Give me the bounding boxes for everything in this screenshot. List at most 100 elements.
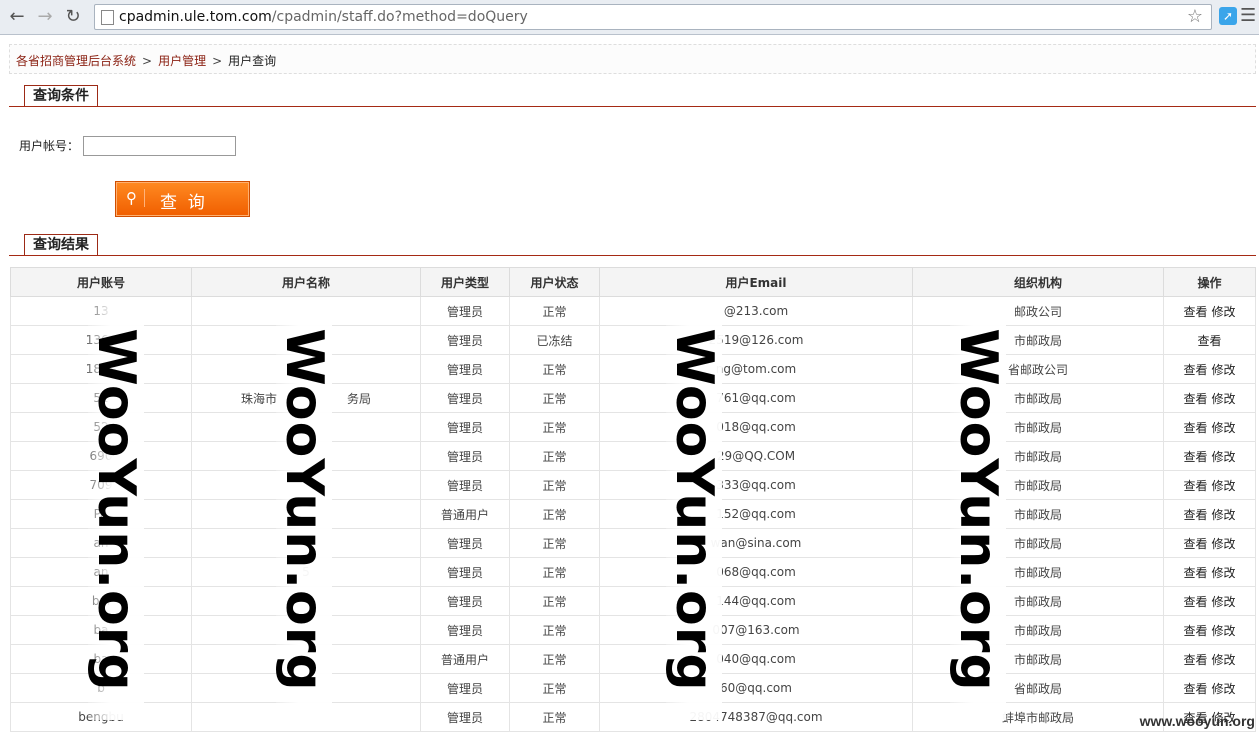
edit-link[interactable]: 修改 [1212, 624, 1236, 638]
view-link[interactable]: 查看 [1197, 334, 1221, 348]
cell-type: 管理员 [420, 528, 510, 558]
table-row: 1860管理员正常ng@tom.com省邮政公司查看修改 [10, 354, 1256, 384]
cell-status: 正常 [509, 557, 600, 587]
edit-link[interactable]: 修改 [1212, 450, 1236, 464]
column-header-status[interactable]: 用户状态 [509, 267, 600, 297]
edit-link[interactable]: 修改 [1212, 537, 1236, 551]
edit-link[interactable]: 修改 [1212, 508, 1236, 522]
breadcrumb: 各省招商管理后台系统 > 用户管理 > 用户查询 [9, 44, 1256, 74]
cell-status: 已冻结 [509, 325, 600, 355]
cell-actions: 查看 修改 [1163, 354, 1256, 384]
cell-email: wan@sina.com [599, 528, 913, 558]
cell-status: 正常 [509, 354, 600, 384]
extension-icon[interactable]: ➚ [1219, 7, 1237, 25]
watermark-text: WooYun.org [86, 328, 146, 692]
view-link[interactable]: 查看 [1183, 421, 1207, 435]
table-header-row: 用户账号 用户名称 用户类型 用户状态 用户Email 组织机构 操作 [10, 267, 1256, 297]
cell-email: ng@tom.com [599, 354, 913, 384]
cell-actions: 查看 修改 [1163, 586, 1256, 616]
watermark-text: WooYun.org [274, 328, 334, 692]
table-row: ba管理员正常007@163.com市邮政局查看修改 [10, 615, 1256, 645]
cell-status: 正常 [509, 528, 600, 558]
view-link[interactable]: 查看 [1183, 537, 1207, 551]
edit-link[interactable]: 修改 [1212, 682, 1236, 696]
cell-status: 正常 [509, 673, 600, 703]
address-bar[interactable]: cpadmin.ule.tom.com/cpadmin/staff.do?met… [94, 4, 1212, 30]
view-link[interactable]: 查看 [1183, 363, 1207, 377]
cell-actions: 查看 修改 [1163, 644, 1256, 674]
cell-name-tail: 务局 [347, 391, 372, 406]
cell-status: 正常 [509, 296, 600, 326]
reload-icon[interactable]: ↻ [62, 6, 84, 28]
cell-actions: 查看 修改 [1163, 383, 1256, 413]
column-header-email[interactable]: 用户Email [599, 267, 913, 297]
back-arrow-icon[interactable]: ← [6, 6, 28, 28]
cell-actions: 查看 修改 [1163, 615, 1256, 645]
column-header-org[interactable]: 组织机构 [912, 267, 1164, 297]
cell-type: 管理员 [420, 412, 510, 442]
view-link[interactable]: 查看 [1183, 595, 1207, 609]
column-header-account[interactable]: 用户账号 [10, 267, 192, 297]
cell-email: 2519@126.com [599, 325, 913, 355]
view-link[interactable]: 查看 [1183, 479, 1207, 493]
watermark: WooYun.org [664, 300, 724, 720]
cell-actions: 查看 修改 [1163, 441, 1256, 471]
breadcrumb-separator: > [212, 54, 223, 68]
view-link[interactable]: 查看 [1183, 624, 1207, 638]
section-divider [9, 255, 1256, 256]
edit-link[interactable]: 修改 [1212, 305, 1236, 319]
column-header-type[interactable]: 用户类型 [420, 267, 510, 297]
edit-link[interactable]: 修改 [1212, 421, 1236, 435]
cell-status: 正常 [509, 412, 600, 442]
view-link[interactable]: 查看 [1183, 450, 1207, 464]
cell-email: @213.com [599, 296, 913, 326]
wrench-menu-icon[interactable]: ☰ [1240, 6, 1256, 26]
cell-type: 管理员 [420, 441, 510, 471]
cell-type: 普通用户 [420, 499, 510, 529]
edit-link[interactable]: 修改 [1212, 566, 1236, 580]
view-link[interactable]: 查看 [1183, 682, 1207, 696]
search-button[interactable]: ⚲ 查 询 [115, 181, 250, 217]
view-link[interactable]: 查看 [1183, 508, 1207, 522]
breadcrumb-current: 用户查询 [228, 54, 277, 68]
star-icon[interactable]: ☆ [1187, 6, 1203, 27]
cell-status: 正常 [509, 470, 600, 500]
cell-type: 普通用户 [420, 644, 510, 674]
cell-email: 040@qq.com [599, 644, 913, 674]
cell-type: 管理员 [420, 673, 510, 703]
view-link[interactable]: 查看 [1183, 392, 1207, 406]
cell-actions: 查看 [1163, 325, 1256, 355]
edit-link[interactable]: 修改 [1212, 595, 1236, 609]
cell-actions: 查看 修改 [1163, 412, 1256, 442]
view-link[interactable]: 查看 [1183, 653, 1207, 667]
watermark: WooYun.org [274, 300, 334, 720]
cell-email: 29@QQ.COM [599, 441, 913, 471]
edit-link[interactable]: 修改 [1212, 653, 1236, 667]
breadcrumb-user-management-link[interactable]: 用户管理 [158, 54, 206, 68]
cell-status: 正常 [509, 586, 600, 616]
account-input[interactable] [83, 136, 236, 156]
edit-link[interactable]: 修改 [1212, 392, 1236, 406]
account-label: 用户帐号： [19, 139, 80, 153]
cell-actions: 查看 修改 [1163, 673, 1256, 703]
cell-status: 正常 [509, 615, 600, 645]
view-link[interactable]: 查看 [1183, 305, 1207, 319]
view-link[interactable]: 查看 [1183, 566, 1207, 580]
table-row: an管理员正常wan@sina.com市邮政局查看修改 [10, 528, 1256, 558]
watermark-text: WooYun.org [948, 328, 1008, 692]
forward-arrow-icon[interactable]: → [34, 6, 56, 28]
edit-link[interactable]: 修改 [1212, 363, 1236, 377]
table-row: b管理员正常60@qq.com省邮政局查看修改 [10, 673, 1256, 703]
table-row: 13管理员正常@213.com邮政公司查看修改 [10, 296, 1256, 326]
url-text[interactable]: cpadmin.ule.tom.com/cpadmin/staff.do?met… [119, 9, 528, 25]
table-row: ba普通用户正常040@qq.com市邮政局查看修改 [10, 644, 1256, 674]
search-button-label: 查 询 [160, 193, 205, 213]
edit-link[interactable]: 修改 [1212, 479, 1236, 493]
results-table: 用户账号 用户名称 用户类型 用户状态 用户Email 组织机构 操作 13管理… [10, 267, 1256, 732]
watermark: WooYun.org [86, 300, 146, 720]
page-icon [101, 10, 114, 25]
cell-type: 管理员 [420, 354, 510, 384]
breadcrumb-root-link[interactable]: 各省招商管理后台系统 [16, 54, 136, 68]
column-header-name[interactable]: 用户名称 [191, 267, 421, 297]
cell-email: 007@163.com [599, 615, 913, 645]
